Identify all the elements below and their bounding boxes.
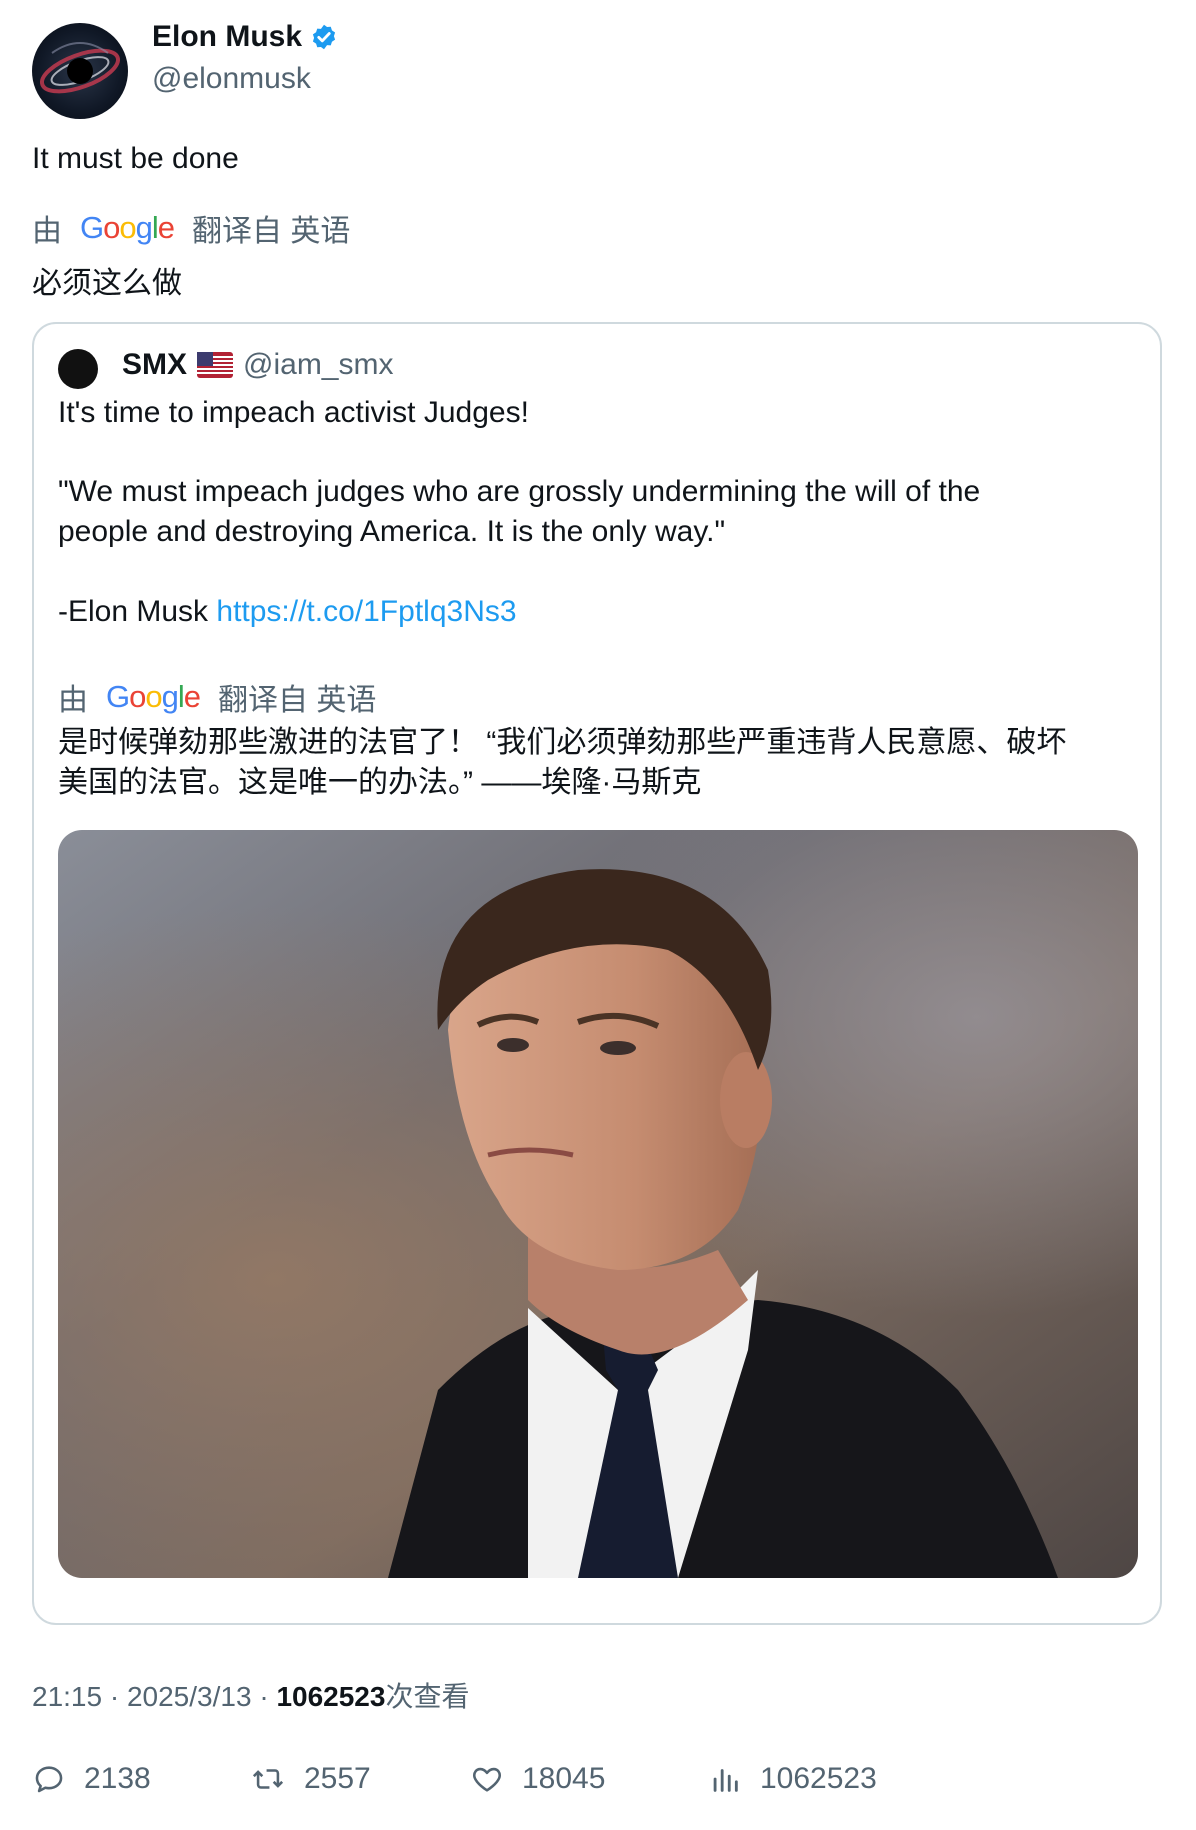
- quoted-signature: -Elon Musk: [58, 595, 209, 628]
- black-hole-avatar-icon: [40, 42, 120, 94]
- meta-separator: ·: [109, 1681, 120, 1712]
- view-count-suffix: 次查看: [385, 1681, 470, 1712]
- tweet-meta: 21:15 · 2025/3/13 · 1062523次查看: [32, 1675, 469, 1715]
- reply-count: 2138: [84, 1762, 151, 1795]
- quoted-translated-text-line-1: 是时候弹劾那些激进的法官了！ “我们必须弹劾那些严重违背人民意愿、破坏: [58, 726, 1067, 759]
- quoted-author-handle: @iam_smx: [243, 348, 394, 381]
- quoted-translated-text-line-2: 美国的法官。这是唯一的办法。” ——埃隆·马斯克: [58, 766, 702, 799]
- quoted-translate-from-label: 翻译自 英语: [218, 684, 377, 717]
- repost-button[interactable]: 2557: [250, 1762, 371, 1796]
- quoted-text-line-3: people and destroying America. It is the…: [58, 515, 726, 548]
- quoted-author-avatar[interactable]: [58, 349, 98, 389]
- quoted-text-line-1: It's time to impeach activist Judges!: [58, 396, 529, 429]
- views-count: 1062523: [760, 1762, 877, 1795]
- author-avatar[interactable]: [32, 23, 128, 119]
- translate-by-label: 由: [32, 215, 62, 248]
- views-button[interactable]: 1062523: [708, 1762, 877, 1796]
- author-name[interactable]: Elon Musk: [152, 20, 338, 54]
- repost-icon: [252, 1769, 284, 1789]
- view-count: 1062523: [276, 1681, 386, 1712]
- us-flag-icon: [197, 352, 234, 378]
- reply-button[interactable]: 2138: [32, 1762, 151, 1796]
- quoted-link[interactable]: https://t.co/1Fptlq3Ns3: [216, 595, 516, 628]
- author-handle[interactable]: @elonmusk: [152, 62, 311, 96]
- quoted-translate-by-label: 由: [58, 684, 88, 717]
- heart-icon: [473, 1767, 501, 1792]
- quoted-text-line-4: -Elon Musk https://t.co/1Fptlq3Ns3: [58, 592, 517, 632]
- analytics-icon: [713, 1769, 738, 1792]
- quoted-text-line-2: "We must impeach judges who are grossly …: [58, 475, 981, 508]
- google-logo: Google: [106, 679, 201, 714]
- verified-badge-icon: [312, 24, 336, 50]
- tweet-time[interactable]: 21:15: [32, 1681, 102, 1712]
- tweet-text: It must be done: [32, 142, 239, 175]
- tweet-date[interactable]: 2025/3/13: [127, 1681, 252, 1712]
- portrait-photo-illustration: [58, 830, 1138, 1578]
- repost-count: 2557: [304, 1762, 371, 1795]
- like-count: 18045: [522, 1762, 606, 1795]
- google-logo: Google: [80, 210, 175, 245]
- author-name-text: Elon Musk: [152, 20, 303, 53]
- meta-separator: ·: [259, 1681, 269, 1712]
- translated-text: 必须这么做: [32, 267, 182, 300]
- quoted-author-name-text: SMX: [122, 348, 188, 381]
- quoted-author-name[interactable]: SMX @iam_smx: [122, 348, 393, 382]
- translate-from-label: 翻译自 英语: [192, 215, 351, 248]
- like-button[interactable]: 18045: [470, 1762, 605, 1796]
- quoted-translate-attribution[interactable]: 由 Google 翻译自 英语: [58, 675, 376, 719]
- quoted-tweet-photo[interactable]: [58, 830, 1138, 1578]
- translate-attribution[interactable]: 由 Google 翻译自 英语: [32, 206, 350, 250]
- reply-icon: [35, 1766, 63, 1793]
